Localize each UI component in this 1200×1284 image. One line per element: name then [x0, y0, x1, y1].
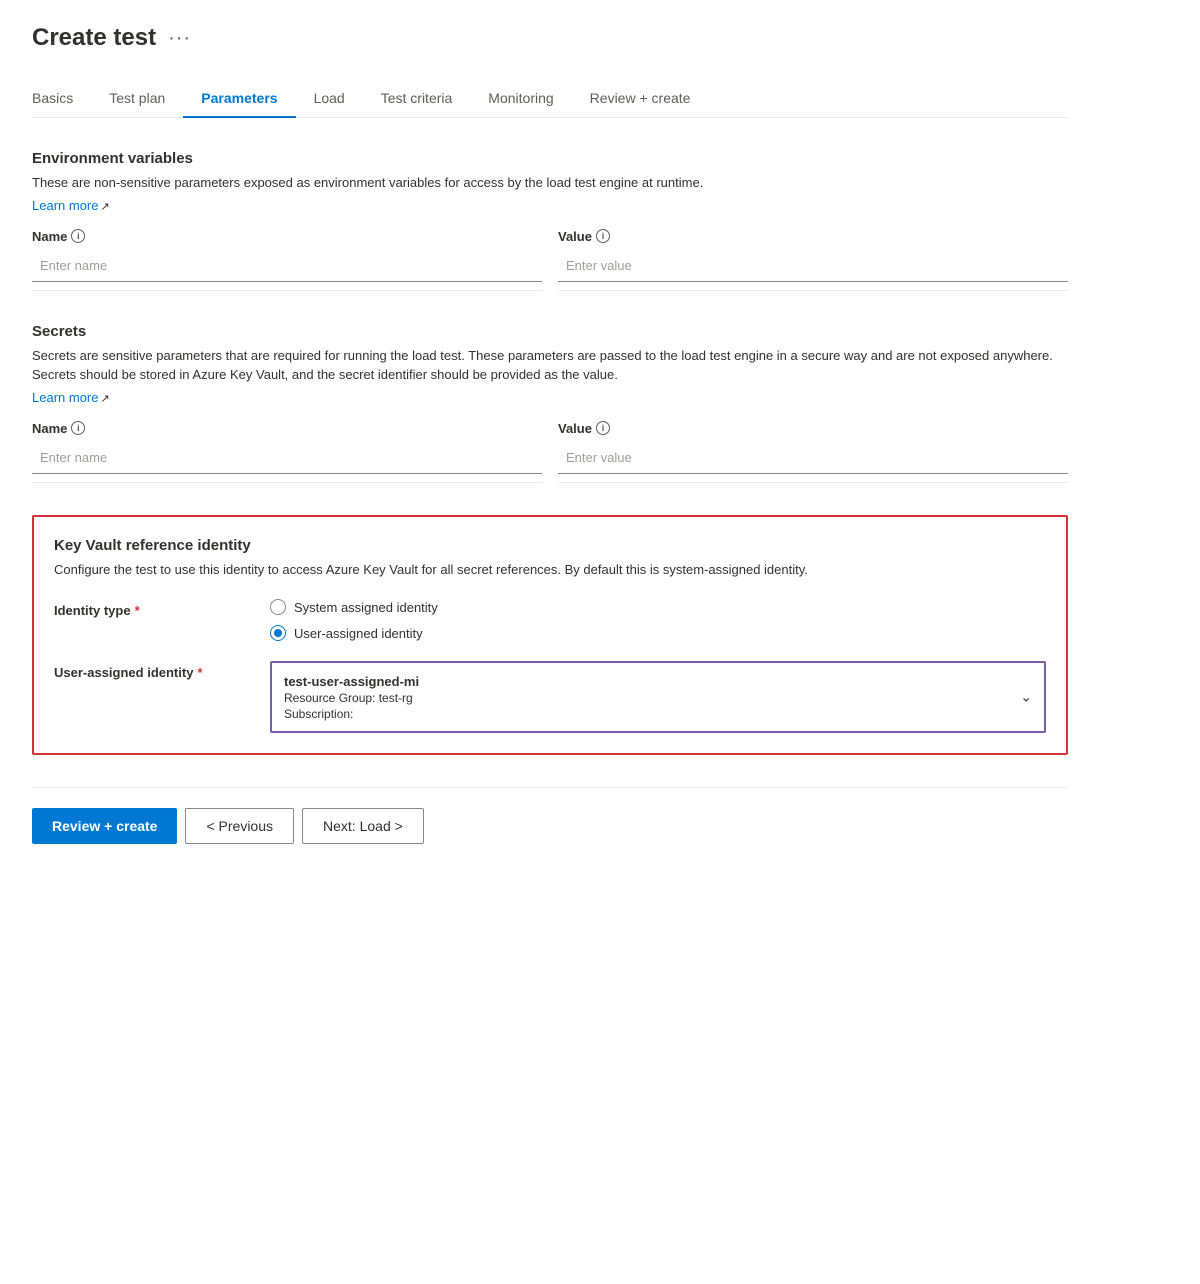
tab-load[interactable]: Load — [296, 80, 363, 118]
radio-user-assigned[interactable]: User-assigned identity — [270, 625, 1046, 641]
secret-value-input[interactable] — [558, 442, 1068, 474]
tab-monitoring[interactable]: Monitoring — [470, 80, 571, 118]
bottom-action-bar: Review + create < Previous Next: Load > — [32, 787, 1068, 844]
secret-name-info-icon[interactable]: i — [71, 421, 85, 435]
env-name-field-group: Name i — [32, 229, 542, 291]
identity-type-label: Identity type * — [54, 599, 254, 618]
page-title: Create test — [32, 24, 156, 52]
review-create-button[interactable]: Review + create — [32, 808, 177, 844]
next-button[interactable]: Next: Load > — [302, 808, 424, 844]
radio-system-circle — [270, 599, 286, 615]
tab-test-criteria[interactable]: Test criteria — [363, 80, 471, 118]
tab-basics[interactable]: Basics — [32, 80, 91, 118]
secret-value-field-group: Value i — [558, 421, 1068, 483]
env-value-label: Value i — [558, 229, 1068, 244]
user-identity-required-star: * — [197, 665, 202, 680]
env-value-info-icon[interactable]: i — [596, 229, 610, 243]
chevron-down-icon: ⌄ — [1020, 689, 1032, 706]
env-name-input[interactable] — [32, 250, 542, 282]
env-name-label: Name i — [32, 229, 542, 244]
user-identity-dropdown[interactable]: test-user-assigned-mi Resource Group: te… — [270, 661, 1046, 733]
secrets-external-link-icon: ↗ — [100, 393, 109, 405]
tab-test-plan[interactable]: Test plan — [91, 80, 183, 118]
secret-name-field-group: Name i — [32, 421, 542, 483]
radio-user-dot — [274, 629, 282, 637]
env-vars-learn-more[interactable]: Learn more — [32, 198, 98, 213]
radio-system-label: System assigned identity — [294, 600, 438, 615]
secrets-form: Name i Value i — [32, 421, 1068, 483]
radio-system-assigned[interactable]: System assigned identity — [270, 599, 1046, 615]
env-value-field-group: Value i — [558, 229, 1068, 291]
tab-parameters[interactable]: Parameters — [183, 80, 295, 118]
env-name-info-icon[interactable]: i — [71, 229, 85, 243]
secrets-title: Secrets — [32, 323, 1068, 340]
secret-name-label: Name i — [32, 421, 542, 436]
keyvault-title: Key Vault reference identity — [54, 537, 1046, 554]
env-vars-description: These are non-sensitive parameters expos… — [32, 173, 1068, 193]
user-identity-row: User-assigned identity * test-user-assig… — [54, 661, 1046, 733]
keyvault-section: Key Vault reference identity Configure t… — [32, 515, 1068, 756]
tab-review-create[interactable]: Review + create — [572, 80, 709, 118]
dropdown-main-text: test-user-assigned-mi — [284, 674, 1008, 689]
tab-bar: Basics Test plan Parameters Load Test cr… — [32, 80, 1068, 118]
secret-value-info-icon[interactable]: i — [596, 421, 610, 435]
radio-user-circle — [270, 625, 286, 641]
env-vars-section: Environment variables These are non-sens… — [32, 150, 1068, 291]
secret-name-input[interactable] — [32, 442, 542, 474]
env-vars-form: Name i Value i — [32, 229, 1068, 291]
env-vars-title: Environment variables — [32, 150, 1068, 167]
user-identity-label: User-assigned identity * — [54, 661, 254, 680]
secrets-section: Secrets Secrets are sensitive parameters… — [32, 323, 1068, 483]
dropdown-sub2-text: Subscription: — [284, 707, 1008, 721]
external-link-icon: ↗ — [100, 201, 109, 213]
secrets-description: Secrets are sensitive parameters that ar… — [32, 346, 1068, 385]
radio-user-label: User-assigned identity — [294, 626, 423, 641]
keyvault-description: Configure the test to use this identity … — [54, 560, 1046, 580]
identity-type-radio-group: System assigned identity User-assigned i… — [270, 599, 1046, 641]
secrets-learn-more[interactable]: Learn more — [32, 390, 98, 405]
env-value-input[interactable] — [558, 250, 1068, 282]
secret-value-label: Value i — [558, 421, 1068, 436]
identity-type-required-star: * — [135, 603, 140, 618]
identity-type-row: Identity type * System assigned identity… — [54, 599, 1046, 641]
previous-button[interactable]: < Previous — [185, 808, 294, 844]
dropdown-sub1-text: Resource Group: test-rg — [284, 691, 1008, 705]
more-options-icon[interactable]: ··· — [168, 27, 191, 50]
